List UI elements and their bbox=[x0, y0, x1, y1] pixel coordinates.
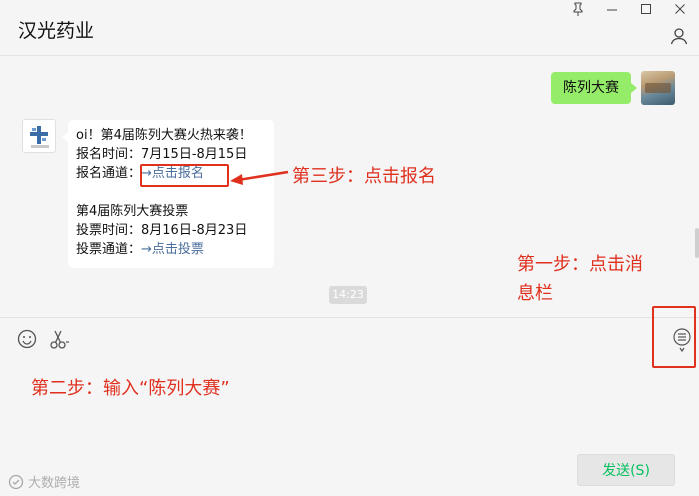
register-highlight-box bbox=[140, 164, 229, 187]
send-button[interactable]: 发送(S) bbox=[577, 454, 675, 486]
message-bar-highlight-box bbox=[652, 306, 696, 368]
window-controls bbox=[569, 2, 689, 20]
register-label: 报名通道： bbox=[76, 166, 142, 181]
step2-annotation: 第二步：输入“陈列大赛” bbox=[31, 378, 230, 399]
step1-annotation-line1: 第一步：点击消 bbox=[517, 254, 643, 275]
user-icon[interactable] bbox=[669, 26, 689, 46]
my-avatar[interactable] bbox=[641, 71, 675, 105]
title-bar: 汉光药业 bbox=[0, 0, 699, 56]
incoming-message-bubble[interactable]: oi！第4届陈列大赛火热来袭！ 报名时间：7月15日-8月15日 报名通道： →点… bbox=[62, 120, 274, 268]
close-icon[interactable] bbox=[671, 2, 689, 20]
scrollbar-thumb[interactable] bbox=[695, 228, 699, 258]
logo-wordmark bbox=[31, 145, 49, 148]
step3-annotation: 第三步：点击报名 bbox=[292, 166, 436, 187]
minimize-icon[interactable] bbox=[603, 2, 621, 20]
chat-title: 汉光药业 bbox=[18, 20, 95, 42]
vote-link[interactable]: →点击投票 bbox=[141, 242, 204, 257]
company-logo-icon bbox=[30, 126, 48, 144]
message-line: 报名时间：7月15日-8月15日 bbox=[76, 147, 248, 162]
input-divider bbox=[0, 317, 699, 318]
step1-annotation-line2: 息栏 bbox=[517, 283, 553, 304]
message-line: 投票通道：→点击投票 bbox=[76, 240, 266, 259]
vote-label: 投票通道： bbox=[76, 242, 142, 257]
maximize-icon[interactable] bbox=[637, 2, 655, 20]
outgoing-message-bubble[interactable]: 陈列大赛 bbox=[551, 72, 637, 104]
emoji-icon[interactable] bbox=[16, 328, 38, 350]
pin-icon[interactable] bbox=[569, 2, 587, 20]
watermark-logo-icon bbox=[8, 474, 24, 489]
message-line: oi！第4届陈列大赛火热来袭！ bbox=[76, 128, 252, 143]
watermark-text: 大数跨境 bbox=[28, 476, 81, 491]
scissors-icon[interactable] bbox=[48, 328, 70, 350]
watermark: 大数跨境 bbox=[8, 472, 80, 491]
message-line: 第4届陈列大赛投票 bbox=[76, 204, 189, 219]
step3-arrow bbox=[230, 170, 289, 185]
message-timestamp: 14:23 bbox=[329, 286, 367, 304]
contact-avatar[interactable] bbox=[22, 119, 56, 153]
message-line: 投票时间：8月16日-8月23日 bbox=[76, 223, 248, 238]
